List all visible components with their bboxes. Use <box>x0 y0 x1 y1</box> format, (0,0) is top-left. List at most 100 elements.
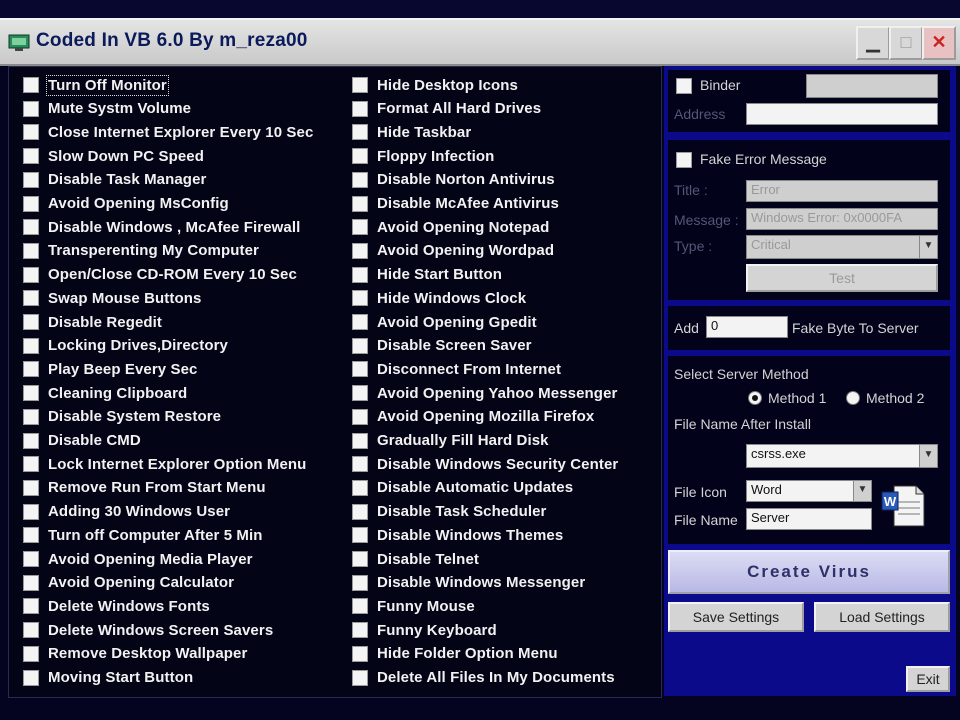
option-row[interactable]: Close Internet Explorer Every 10 Sec <box>23 121 313 143</box>
option-checkbox[interactable] <box>352 622 368 639</box>
option-row[interactable]: Delete Windows Screen Savers <box>23 619 273 641</box>
close-button[interactable]: ✕ <box>922 26 956 60</box>
option-checkbox[interactable] <box>352 598 368 615</box>
option-checkbox[interactable] <box>23 503 39 520</box>
option-checkbox[interactable] <box>23 100 39 117</box>
option-checkbox[interactable] <box>23 337 39 354</box>
after-install-select[interactable]: csrss.exe ▼ <box>746 444 938 468</box>
option-row[interactable]: Transperenting My Computer <box>23 240 259 262</box>
option-checkbox[interactable] <box>23 551 39 567</box>
option-row[interactable]: Avoid Opening MsConfig <box>23 193 229 215</box>
option-row[interactable]: Hide Start Button <box>352 264 502 286</box>
option-checkbox[interactable] <box>352 171 368 188</box>
binder-checkbox[interactable] <box>676 78 692 94</box>
option-row[interactable]: Funny Mouse <box>352 595 475 617</box>
option-checkbox[interactable] <box>23 77 39 93</box>
option-row[interactable]: Delete All Files In My Documents <box>352 667 615 689</box>
option-row[interactable]: Slow Down PC Speed <box>23 145 204 167</box>
option-checkbox[interactable] <box>23 171 39 188</box>
option-row[interactable]: Disable Task Scheduler <box>352 501 547 523</box>
option-checkbox[interactable] <box>23 574 39 591</box>
option-checkbox[interactable] <box>352 361 368 378</box>
option-checkbox[interactable] <box>352 314 368 330</box>
option-row[interactable]: Disable Norton Antivirus <box>352 169 555 191</box>
option-checkbox[interactable] <box>352 408 368 425</box>
option-row[interactable]: Open/Close CD-ROM Every 10 Sec <box>23 264 297 286</box>
option-checkbox[interactable] <box>23 195 39 212</box>
option-checkbox[interactable] <box>23 219 39 236</box>
error-title-field[interactable]: Error <box>746 180 938 202</box>
error-message-field[interactable]: Windows Error: 0x0000FA <box>746 208 938 230</box>
option-checkbox[interactable] <box>352 551 368 567</box>
option-row[interactable]: Funny Keyboard <box>352 619 497 641</box>
option-row[interactable]: Avoid Opening Calculator <box>23 572 234 594</box>
option-row[interactable]: Disable Task Manager <box>23 169 206 191</box>
option-checkbox[interactable] <box>23 385 39 402</box>
option-row[interactable]: Disable Automatic Updates <box>352 477 573 499</box>
option-row[interactable]: Swap Mouse Buttons <box>23 287 201 309</box>
title-bar[interactable]: Coded In VB 6.0 By m_reza00 ▁ □ ✕ <box>0 18 960 66</box>
option-checkbox[interactable] <box>352 503 368 520</box>
option-checkbox[interactable] <box>352 337 368 354</box>
option-checkbox[interactable] <box>352 456 368 473</box>
option-row[interactable]: Disable Windows Messenger <box>352 572 585 594</box>
maximize-button[interactable]: □ <box>889 26 923 60</box>
address-field[interactable] <box>746 103 938 125</box>
create-virus-button[interactable]: Create Virus <box>668 550 950 594</box>
option-row[interactable]: Adding 30 Windows User <box>23 501 230 523</box>
option-row[interactable]: Disable Windows Security Center <box>352 453 618 475</box>
option-row[interactable]: Avoid Opening Notepad <box>352 216 549 238</box>
option-checkbox[interactable] <box>23 148 39 165</box>
exit-button[interactable]: Exit <box>906 666 950 692</box>
option-checkbox[interactable] <box>23 314 39 330</box>
load-settings-button[interactable]: Load Settings <box>814 602 950 632</box>
option-checkbox[interactable] <box>23 290 39 307</box>
option-checkbox[interactable] <box>23 479 39 496</box>
option-row[interactable]: Turn Off Monitor <box>23 74 169 96</box>
option-row[interactable]: Hide Windows Clock <box>352 287 526 309</box>
option-checkbox[interactable] <box>352 124 368 141</box>
option-row[interactable]: Avoid Opening Media Player <box>23 548 253 570</box>
option-row[interactable]: Moving Start Button <box>23 667 193 689</box>
file-icon-select[interactable]: Word ▼ <box>746 480 872 502</box>
option-row[interactable]: Format All Hard Drives <box>352 98 541 120</box>
option-row[interactable]: Hide Folder Option Menu <box>352 643 558 665</box>
fake-error-checkbox[interactable] <box>676 152 692 168</box>
option-checkbox[interactable] <box>23 242 39 259</box>
option-row[interactable]: Avoid Opening Wordpad <box>352 240 554 262</box>
option-checkbox[interactable] <box>23 456 39 473</box>
option-checkbox[interactable] <box>352 479 368 496</box>
option-checkbox[interactable] <box>23 622 39 639</box>
option-row[interactable]: Hide Desktop Icons <box>352 74 518 96</box>
minimize-button[interactable]: ▁ <box>856 26 890 60</box>
option-row[interactable]: Lock Internet Explorer Option Menu <box>23 453 306 475</box>
option-checkbox[interactable] <box>352 195 368 212</box>
option-row[interactable]: Disable CMD <box>23 430 141 452</box>
option-checkbox[interactable] <box>352 219 368 236</box>
method1-radio[interactable] <box>748 391 762 405</box>
option-row[interactable]: Gradually Fill Hard Disk <box>352 430 549 452</box>
option-row[interactable]: Avoid Opening Mozilla Firefox <box>352 406 594 428</box>
option-checkbox[interactable] <box>352 669 368 686</box>
file-name-field[interactable]: Server <box>746 508 872 530</box>
save-settings-button[interactable]: Save Settings <box>668 602 804 632</box>
option-checkbox[interactable] <box>352 645 368 662</box>
option-row[interactable]: Delete Windows Fonts <box>23 595 210 617</box>
option-row[interactable]: Disable Windows Themes <box>352 524 563 546</box>
option-checkbox[interactable] <box>23 432 39 449</box>
option-row[interactable]: Disable Regedit <box>23 311 162 333</box>
option-row[interactable]: Disconnect From Internet <box>352 358 561 380</box>
option-row[interactable]: Disable Telnet <box>352 548 479 570</box>
option-row[interactable]: Locking Drives,Directory <box>23 335 228 357</box>
option-checkbox[interactable] <box>352 574 368 591</box>
option-checkbox[interactable] <box>23 266 39 283</box>
option-row[interactable]: Disable McAfee Antivirus <box>352 193 559 215</box>
option-checkbox[interactable] <box>23 645 39 662</box>
option-checkbox[interactable] <box>23 408 39 425</box>
option-row[interactable]: Avoid Opening Gpedit <box>352 311 537 333</box>
option-checkbox[interactable] <box>23 361 39 378</box>
option-checkbox[interactable] <box>352 527 368 544</box>
option-checkbox[interactable] <box>352 148 368 165</box>
option-row[interactable]: Play Beep Every Sec <box>23 358 198 380</box>
option-row[interactable]: Disable System Restore <box>23 406 221 428</box>
